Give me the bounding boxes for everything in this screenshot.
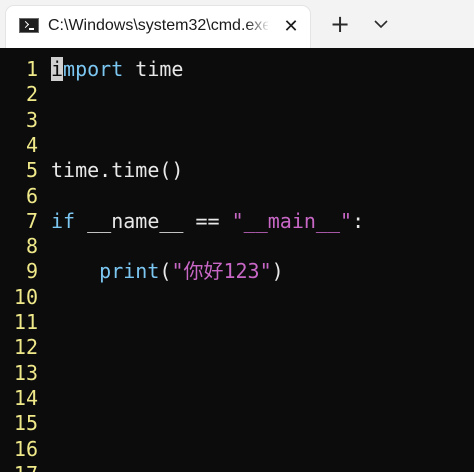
close-tab-button[interactable]: ✕ [278, 14, 304, 40]
code-token: time [123, 57, 184, 81]
tab-bar: C:\Windows\system32\cmd.exe ✕ + [0, 0, 474, 48]
editor-line: 15 [0, 411, 474, 436]
editor-line: 2 [0, 82, 474, 107]
line-number: 8 [25, 234, 38, 259]
code-token: if [51, 208, 76, 233]
editor-line: 10 [0, 285, 474, 310]
code-token: ) [271, 259, 284, 284]
editor-line: 5 time.time() [0, 158, 474, 183]
line-code: import time [51, 57, 183, 82]
line-number: 10 [13, 284, 38, 309]
editor-line: 17 [0, 462, 474, 472]
line-number: 13 [13, 360, 38, 385]
line-number: 14 [13, 385, 38, 410]
editor-line: 8 [0, 234, 474, 259]
tab-dropdown-button[interactable] [366, 9, 396, 39]
code-token: mport [63, 57, 124, 81]
editor-area[interactable]: 1 import time 2 3 4 5 time.time() 6 7 if __name__… [0, 48, 474, 472]
line-number: 2 [25, 82, 38, 107]
editor-line: 16 [0, 437, 474, 462]
line-number: 3 [25, 107, 38, 132]
editor-line: 9 print("你好123") [0, 259, 474, 284]
line-number: 4 [25, 132, 38, 157]
text-cursor: i [51, 57, 64, 81]
new-tab-button[interactable]: + [325, 9, 355, 39]
code-token: __name__ == [75, 208, 232, 233]
terminal-window: C:\Windows\system32\cmd.exe ✕ + 1 import … [0, 0, 474, 472]
line-number: 5 [25, 158, 38, 183]
editor-line: 11 [0, 310, 474, 335]
editor-line: 4 [0, 133, 474, 158]
line-number: 7 [25, 208, 38, 233]
editor-line: 7 if __name__ == "__main__": [0, 209, 474, 234]
line-code: if __name__ == "__main__": [51, 209, 364, 234]
line-number: 9 [25, 259, 38, 284]
code-token: print [99, 259, 160, 284]
code-token: time.time() [51, 158, 184, 183]
editor-line: 14 [0, 386, 474, 411]
line-number: 11 [13, 310, 38, 334]
line-number: 6 [25, 183, 38, 208]
line-number: 12 [13, 335, 38, 360]
editor-line: 6 [0, 184, 474, 209]
line-number: 15 [13, 411, 38, 436]
editor-line: 12 [0, 335, 474, 360]
tab-title-fade [246, 14, 270, 40]
editor-line: 1 import time [0, 57, 474, 82]
editor-line: 13 [0, 361, 474, 386]
line-code: time.time() [51, 158, 183, 183]
editor-line: 3 [0, 108, 474, 133]
tab-title: C:\Windows\system32\cmd.exe [48, 17, 268, 34]
code-token: "__main__" [231, 208, 353, 233]
line-number: 16 [13, 436, 38, 461]
line-number: 17 [0, 462, 38, 472]
code-token: "你好123" [171, 259, 272, 284]
line-number: 1 [25, 57, 38, 81]
line-code: print("你好123") [51, 259, 284, 284]
chevron-down-icon [374, 20, 388, 29]
code-token: ( [159, 259, 172, 284]
tab-cmd[interactable]: C:\Windows\system32\cmd.exe ✕ [6, 6, 310, 48]
terminal-icon [19, 18, 39, 33]
code-token: : [352, 208, 365, 233]
